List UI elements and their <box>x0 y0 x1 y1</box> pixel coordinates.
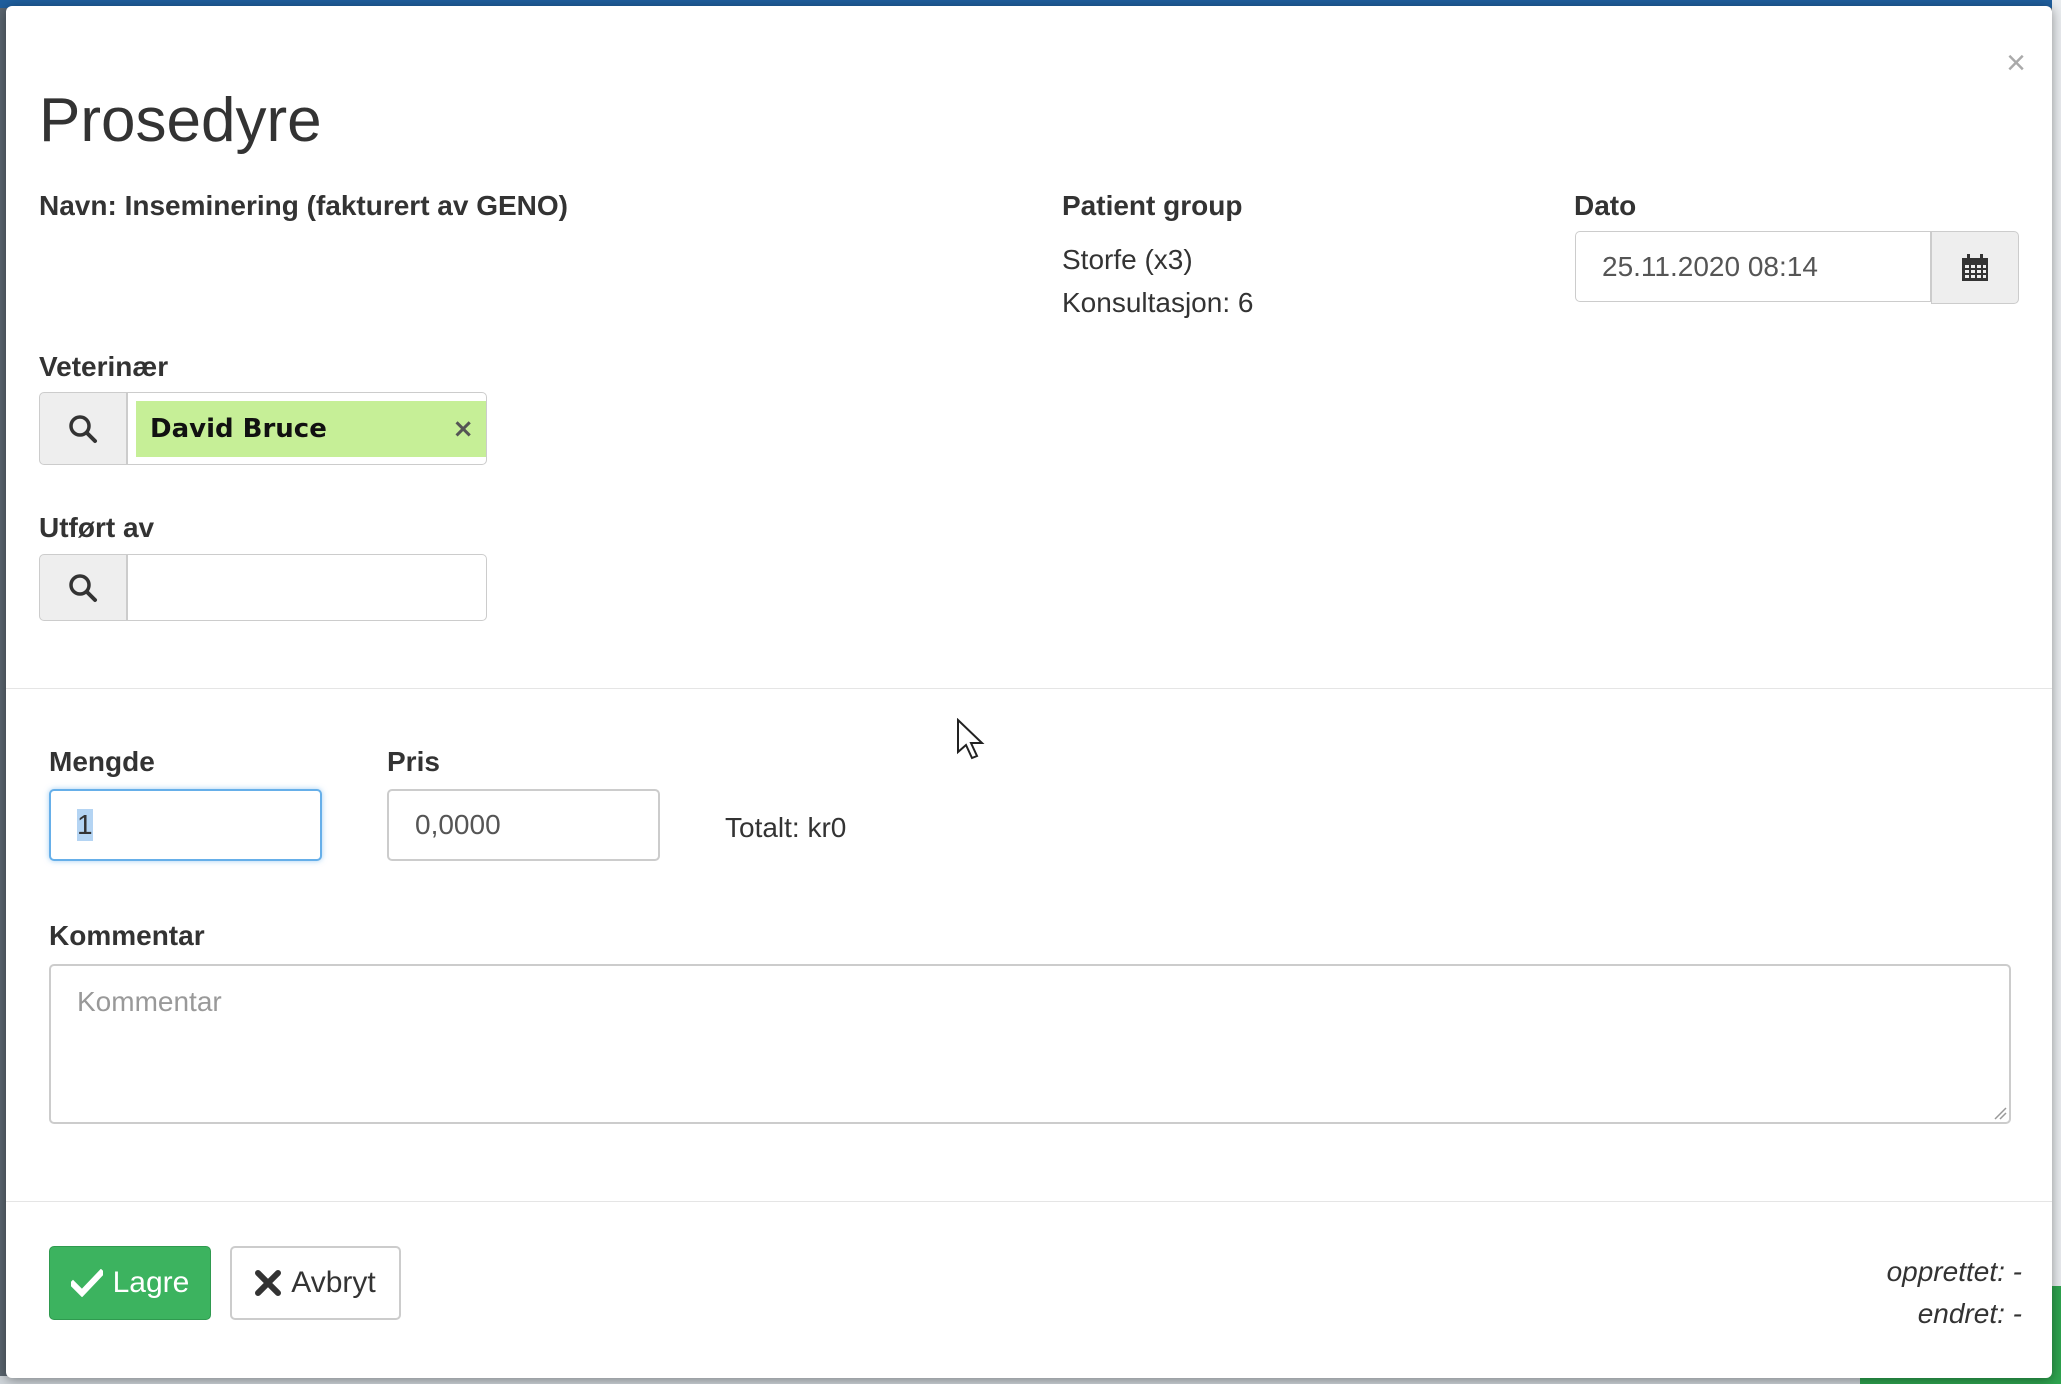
quantity-value: 1 <box>77 809 93 841</box>
veterinarian-select: David Bruce × <box>39 392 487 465</box>
performed-by-input[interactable] <box>127 554 487 621</box>
date-input[interactable]: 25.11.2020 08:14 <box>1575 231 1931 302</box>
calendar-button[interactable] <box>1931 231 2019 304</box>
date-picker: 25.11.2020 08:14 <box>1575 231 2019 304</box>
veterinarian-label: Veterinær <box>39 351 169 382</box>
comment-placeholder: Kommentar <box>77 986 222 1017</box>
performed-by-label: Utført av <box>39 512 155 543</box>
quantity-label: Mengde <box>49 746 155 777</box>
mouse-cursor-icon <box>957 718 985 760</box>
consultation-number: Konsultasjon: 6 <box>1062 287 1254 318</box>
created-info: opprettet: - <box>1886 1256 2022 1287</box>
footer-divider <box>6 1201 2052 1202</box>
background-page <box>2052 0 2061 1384</box>
performed-by-select <box>39 554 487 627</box>
patient-group-value: Storfe (x3) <box>1062 244 1193 275</box>
search-icon <box>69 414 97 443</box>
selected-veterinarian-name: David Bruce <box>150 414 327 444</box>
performed-by-search-button[interactable] <box>39 554 127 621</box>
procedure-modal: × Prosedyre Navn: Inseminering (fakturer… <box>6 6 2052 1378</box>
veterinarian-search-button[interactable] <box>39 392 127 465</box>
total-text: Totalt: kr0 <box>725 812 847 843</box>
price-label: Pris <box>387 746 440 777</box>
comment-label: Kommentar <box>49 920 205 951</box>
cancel-button[interactable]: Avbryt <box>230 1246 401 1320</box>
check-icon <box>70 1269 103 1297</box>
veterinarian-field[interactable]: David Bruce × <box>127 392 487 465</box>
resize-handle-icon[interactable] <box>1993 1106 2007 1120</box>
calendar-icon <box>1962 253 1988 281</box>
modal-title: Prosedyre <box>39 86 322 155</box>
patient-group-label: Patient group <box>1062 190 1243 221</box>
save-label: Lagre <box>112 1266 190 1299</box>
comment-textarea[interactable]: Kommentar <box>49 964 2011 1124</box>
quantity-input[interactable]: 1 <box>49 789 322 861</box>
search-icon <box>69 573 97 602</box>
remove-veterinarian-icon[interactable]: × <box>452 414 474 444</box>
procedure-name: Navn: Inseminering (fakturert av GENO) <box>39 190 569 221</box>
save-button[interactable]: Lagre <box>49 1246 211 1320</box>
selected-veterinarian-tag: David Bruce × <box>136 401 486 457</box>
cancel-label: Avbryt <box>291 1266 376 1299</box>
date-label: Dato <box>1574 190 1637 221</box>
divider <box>6 688 2052 689</box>
price-input[interactable]: 0,0000 <box>387 789 660 861</box>
modified-info: endret: - <box>1917 1298 2022 1329</box>
close-icon[interactable]: × <box>2006 46 2026 80</box>
times-icon <box>255 1270 282 1296</box>
